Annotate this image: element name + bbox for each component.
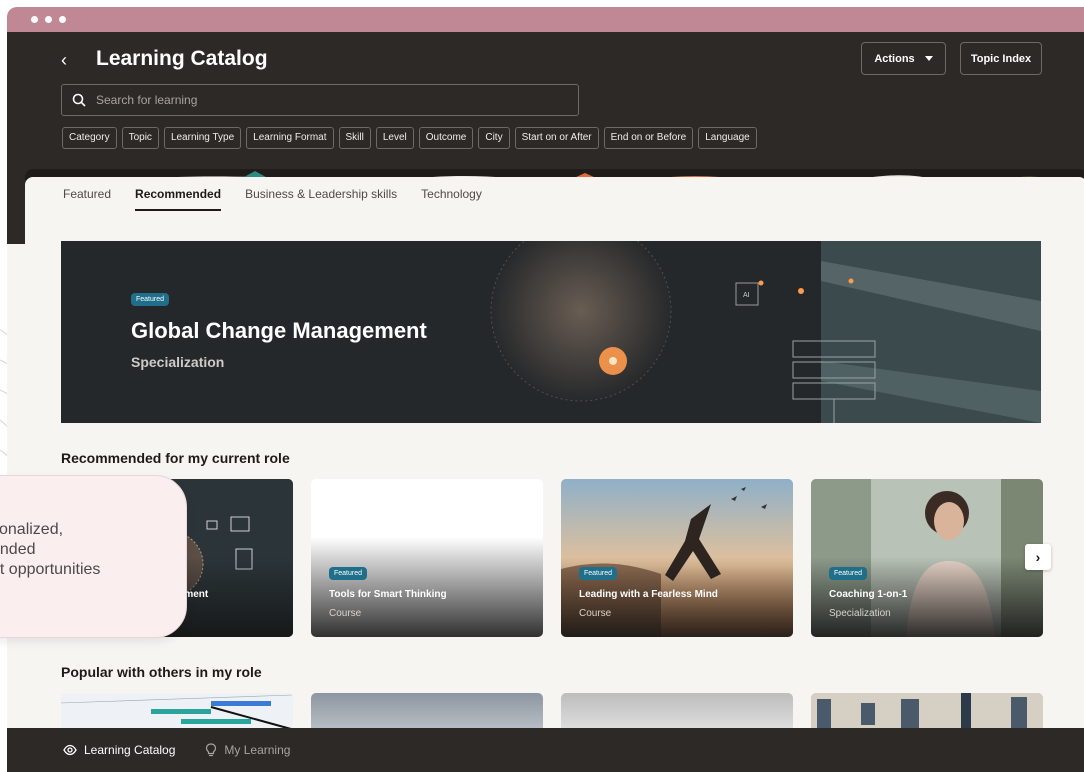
card-title: Leading with a Fearless Mind: [579, 589, 718, 600]
back-button[interactable]: ‹: [55, 48, 73, 72]
search-bar[interactable]: [61, 84, 579, 116]
featured-badge: Featured: [579, 567, 618, 580]
nav-learning-catalog-label: Learning Catalog: [84, 743, 176, 757]
promo-callout: sonalized, ended nt opportunities: [0, 475, 187, 638]
filter-chip-learning-format[interactable]: Learning Format: [246, 127, 334, 149]
card-type: Course: [579, 608, 612, 619]
tab-recommended[interactable]: Recommended: [135, 187, 222, 211]
search-input[interactable]: [96, 85, 578, 115]
featured-hero-banner[interactable]: AI Featured Global Change Management Spe…: [61, 241, 1041, 423]
nav-learning-catalog[interactable]: Learning Catalog: [63, 743, 175, 757]
card-shade: [311, 537, 543, 637]
filter-chip-level[interactable]: Level: [375, 127, 414, 149]
callout-text: sonalized, ended nt opportunities: [0, 521, 101, 578]
actions-label: Actions: [874, 52, 915, 65]
filter-chip-outcome[interactable]: Outcome: [418, 127, 474, 149]
section-title-popular: Popular with others in my role: [61, 664, 262, 680]
featured-badge: Featured: [329, 567, 368, 580]
filter-chip-skill[interactable]: Skill: [338, 127, 371, 149]
chevron-right-icon: ›: [1035, 549, 1041, 565]
window-dot-icon[interactable]: [45, 16, 52, 23]
card-title: Tools for Smart Thinking: [329, 589, 447, 600]
nav-my-learning-label: My Learning: [224, 743, 291, 757]
hero-title: Global Change Management: [131, 318, 427, 343]
window-titlebar: [7, 7, 1084, 32]
course-card[interactable]: Featured Coaching 1-on-1 Specialization: [811, 479, 1043, 637]
filter-chip-learning-type[interactable]: Learning Type: [163, 127, 242, 149]
topic-index-button[interactable]: Topic Index: [960, 42, 1042, 75]
window-dot-icon[interactable]: [31, 16, 38, 23]
catalog-tabs: Featured Recommended Business & Leadersh…: [63, 187, 482, 211]
filter-chip-category[interactable]: Category: [62, 127, 117, 149]
filter-chip-city[interactable]: City: [478, 127, 510, 149]
actions-button[interactable]: Actions: [861, 42, 946, 75]
filter-chips: Category Topic Learning Type Learning Fo…: [62, 127, 757, 149]
tab-featured[interactable]: Featured: [63, 187, 111, 211]
catalog-content: Featured Recommended Business & Leadersh…: [25, 177, 1084, 737]
section-title-recommended: Recommended for my current role: [61, 450, 290, 466]
bottom-navigation: Learning Catalog My Learning: [7, 728, 1084, 772]
card-type: Specialization: [829, 608, 891, 619]
hero-subtitle: Specialization: [131, 354, 225, 370]
svg-text:AI: AI: [743, 292, 750, 299]
featured-badge: Featured: [829, 567, 868, 580]
card-title: Coaching 1-on-1: [829, 589, 908, 600]
filter-chip-end-date[interactable]: End on or Before: [603, 127, 694, 149]
featured-badge: Featured: [131, 293, 170, 306]
page-title: Learning Catalog: [96, 47, 268, 70]
filter-chip-topic[interactable]: Topic: [121, 127, 159, 149]
eye-icon: [63, 744, 77, 756]
filter-chip-start-date[interactable]: Start on or After: [514, 127, 599, 149]
recommended-carousel: nagement Featured Tools for Smart Thinki…: [61, 479, 1043, 637]
nav-my-learning[interactable]: My Learning: [205, 743, 290, 757]
card-type: Course: [329, 608, 362, 619]
filter-chip-language[interactable]: Language: [698, 127, 757, 149]
course-card[interactable]: Featured Leading with a Fearless Mind Co…: [561, 479, 793, 637]
search-icon: [62, 93, 96, 107]
app-window: ‹ Learning Catalog Actions Topic Index C…: [7, 7, 1084, 772]
window-dot-icon[interactable]: [59, 16, 66, 23]
lightbulb-icon: [206, 743, 217, 757]
tab-technology[interactable]: Technology: [421, 187, 482, 211]
carousel-next-button[interactable]: ›: [1025, 544, 1051, 570]
chevron-down-icon: [924, 56, 933, 61]
course-card[interactable]: Featured Tools for Smart Thinking Course: [311, 479, 543, 637]
tab-business-leadership[interactable]: Business & Leadership skills: [245, 187, 397, 211]
